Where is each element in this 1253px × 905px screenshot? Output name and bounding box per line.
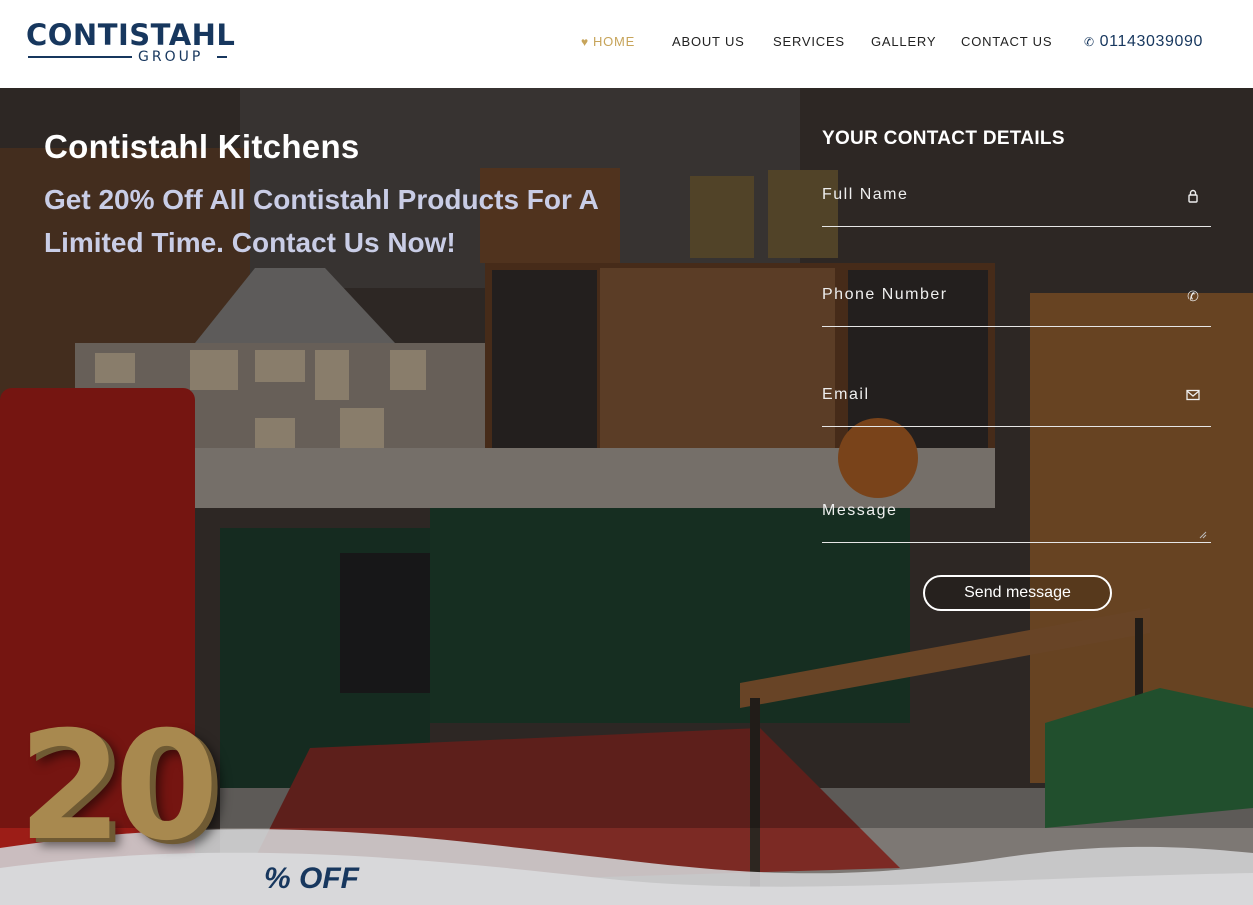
resize-handle-icon[interactable] [1195, 526, 1211, 542]
send-message-button[interactable]: Send message [923, 575, 1112, 611]
email-field[interactable]: Email [822, 386, 1211, 427]
heart-icon: ♥ [581, 35, 589, 49]
message-field[interactable]: Message [822, 502, 1211, 543]
header-phone-link[interactable]: ✆ 01143039090 [1084, 30, 1203, 54]
envelope-icon [1185, 388, 1201, 404]
nav-services[interactable]: SERVICES [773, 30, 845, 54]
nav-about-us[interactable]: ABOUT US [672, 30, 745, 54]
hero-title: Contistahl Kitchens [44, 128, 360, 165]
header-phone-number: 01143039090 [1099, 33, 1203, 50]
site-header: CONTISTAHL GROUP ♥ HOME ABOUT US SERVICES… [0, 0, 1253, 88]
message-placeholder: Message [822, 502, 898, 519]
promo-off-label: % OFF [264, 862, 359, 895]
nav-home[interactable]: ♥ HOME [581, 30, 635, 54]
full-name-field[interactable]: Full Name [822, 186, 1211, 227]
nav-contact-us[interactable]: CONTACT US [961, 30, 1052, 54]
user-icon [1185, 188, 1201, 204]
promo-number: 20 [18, 700, 219, 874]
hero-section: Contistahl Kitchens Get 20% Off All Cont… [0, 88, 1253, 905]
contact-form-title: YOUR CONTACT DETAILS [822, 128, 1065, 149]
nav-gallery[interactable]: GALLERY [871, 30, 936, 54]
phone-number-placeholder: Phone Number [822, 286, 948, 303]
email-placeholder: Email [822, 386, 870, 403]
logo-rule-right [217, 56, 227, 58]
logo-rule-left [28, 56, 132, 58]
main-nav: ♥ HOME ABOUT US SERVICES GALLERY CONTACT … [0, 30, 1253, 54]
phone-icon: ✆ [1187, 288, 1199, 304]
nav-home-label: HOME [592, 34, 636, 49]
full-name-placeholder: Full Name [822, 186, 909, 203]
phone-number-field[interactable]: Phone Number ✆ [822, 286, 1211, 327]
phone-icon: ✆ [1084, 35, 1095, 49]
hero-subtitle: Get 20% Off All Contistahl Products For … [44, 184, 598, 258]
